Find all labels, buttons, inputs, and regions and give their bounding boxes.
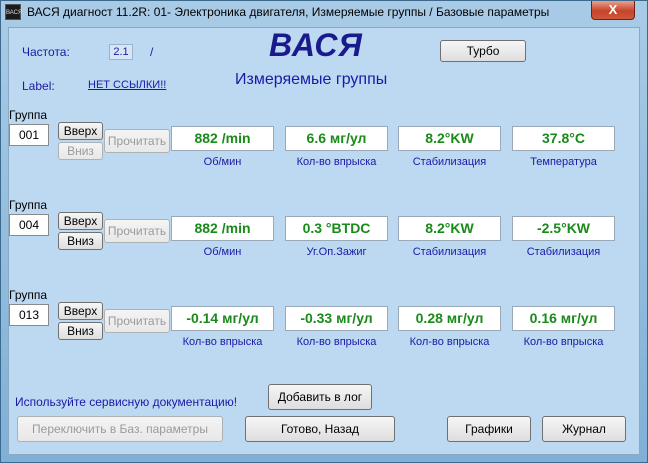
group-title: Группа bbox=[9, 108, 48, 122]
measurement-value: 8.2°KW bbox=[398, 126, 501, 151]
label-link[interactable]: НЕТ ССЫЛКИ!! bbox=[88, 79, 166, 91]
group-read-button[interactable]: Прочитать bbox=[104, 219, 170, 243]
group-number-input[interactable]: 013 bbox=[9, 304, 49, 326]
group-title: Группа bbox=[9, 198, 48, 212]
frequency-value: 2.1 bbox=[109, 44, 133, 60]
done-back-button[interactable]: Готово, Назад bbox=[245, 416, 395, 442]
documentation-hint: Используйте сервисную документацию! bbox=[15, 395, 238, 409]
measurement-caption: Кол-во впрыска bbox=[296, 156, 377, 168]
measurement-caption: Об/мин bbox=[203, 246, 242, 258]
measurement-value: 0.16 мг/ул bbox=[512, 306, 615, 331]
switch-basic-params-button[interactable]: Переключить в Баз. параметры bbox=[17, 416, 223, 442]
journal-button[interactable]: Журнал bbox=[542, 416, 626, 442]
measurement-value: 0.3 °BTDC bbox=[285, 216, 388, 241]
measurement-caption: Об/мин bbox=[203, 156, 242, 168]
client-area: Частота: 2.1 / Label: НЕТ ССЫЛКИ!! ВАСЯ … bbox=[8, 27, 640, 455]
group-up-button[interactable]: Вверх bbox=[58, 122, 103, 140]
measurement-value: 37.8°C bbox=[512, 126, 615, 151]
app-icon: ВАСЯ bbox=[5, 4, 22, 20]
measurement-value: -0.14 мг/ул bbox=[171, 306, 274, 331]
measurement-caption: Стабилизация bbox=[526, 246, 601, 258]
measurement-value: -0.33 мг/ул bbox=[285, 306, 388, 331]
app-window: ВАСЯ ВАСЯ диагност 11.2R: 01- Электроник… bbox=[0, 0, 648, 463]
measurement-caption: Кол-во впрыска bbox=[523, 336, 604, 348]
group-down-button[interactable]: Вниз bbox=[58, 322, 103, 340]
add-to-log-button[interactable]: Добавить в лог bbox=[268, 384, 372, 410]
vasya-logo: ВАСЯ bbox=[269, 27, 363, 63]
measurement-value: 882 /min bbox=[171, 216, 274, 241]
measurement-value: 882 /min bbox=[171, 126, 274, 151]
title-bar[interactable]: ВАСЯ ВАСЯ диагност 11.2R: 01- Электроник… bbox=[1, 1, 647, 23]
measurement-caption: Кол-во впрыска bbox=[409, 336, 490, 348]
measurement-value: -2.5°KW bbox=[512, 216, 615, 241]
turbo-button[interactable]: Турбо bbox=[440, 40, 526, 62]
page-heading: Измеряемые группы bbox=[235, 71, 388, 88]
measurement-caption: Стабилизация bbox=[412, 246, 487, 258]
measurement-value: 8.2°KW bbox=[398, 216, 501, 241]
group-up-button[interactable]: Вверх bbox=[58, 302, 103, 320]
group-number-input[interactable]: 004 bbox=[9, 214, 49, 236]
measurement-caption: Уг.Оп.Зажиг bbox=[306, 246, 367, 258]
measurement-caption: Температура bbox=[530, 156, 597, 168]
window-title: ВАСЯ диагност 11.2R: 01- Электроника дви… bbox=[27, 5, 550, 19]
measurement-caption: Стабилизация bbox=[412, 156, 487, 168]
measurement-caption: Кол-во впрыска bbox=[296, 336, 377, 348]
group-read-button[interactable]: Прочитать bbox=[104, 129, 170, 153]
label-label: Label: bbox=[22, 79, 55, 93]
frequency-label: Частота: bbox=[22, 45, 70, 59]
group-title: Группа bbox=[9, 288, 48, 302]
close-button[interactable]: X bbox=[591, 1, 635, 20]
group-down-button[interactable]: Вниз bbox=[58, 142, 103, 160]
measurement-value: 6.6 мг/ул bbox=[285, 126, 388, 151]
measurement-value: 0.28 мг/ул bbox=[398, 306, 501, 331]
group-read-button[interactable]: Прочитать bbox=[104, 309, 170, 333]
group-down-button[interactable]: Вниз bbox=[58, 232, 103, 250]
frequency-separator: / bbox=[150, 45, 154, 59]
group-up-button[interactable]: Вверх bbox=[58, 212, 103, 230]
graphs-button[interactable]: Графики bbox=[447, 416, 531, 442]
measurement-caption: Кол-во впрыска bbox=[182, 336, 263, 348]
group-number-input[interactable]: 001 bbox=[9, 124, 49, 146]
